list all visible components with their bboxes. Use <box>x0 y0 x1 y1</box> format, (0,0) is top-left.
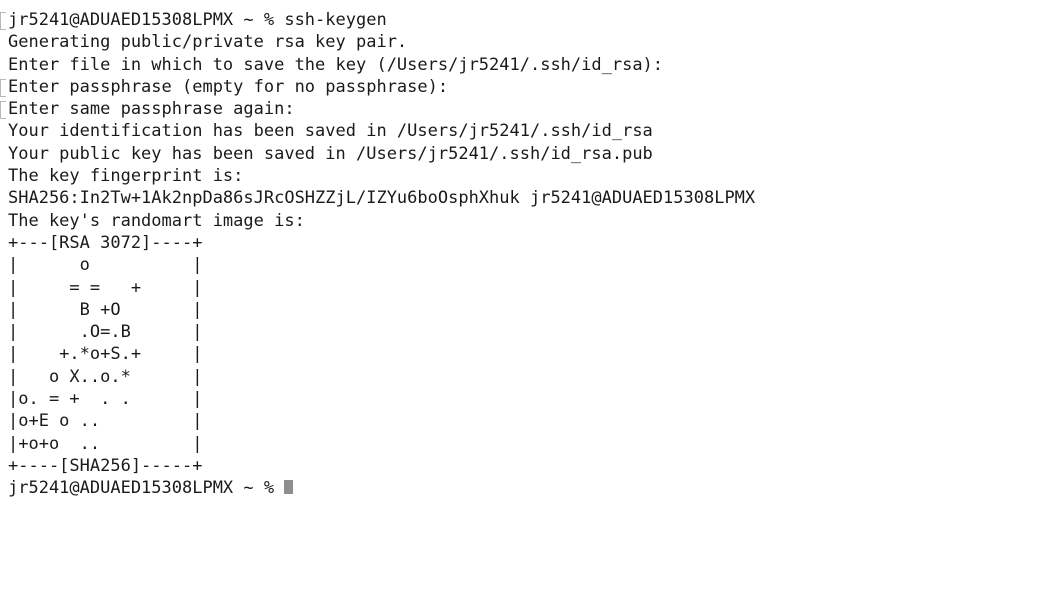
terminal-line: The key's randomart image is: <box>8 210 305 231</box>
terminal-output: jr5241@ADUAED15308LPMX ~ % ssh-keygen Gen… <box>8 9 755 500</box>
terminal-window[interactable]: jr5241@ADUAED15308LPMX ~ % ssh-keygen Gen… <box>0 0 1054 606</box>
terminal-line: Enter passphrase (empty for no passphras… <box>8 76 449 97</box>
terminal-line: Generating public/private rsa key pair. <box>8 32 408 53</box>
terminal-line: SHA256:In2Tw+1Ak2npDa86sJRcOSHZZjL/IZYu6… <box>8 188 756 209</box>
terminal-line: | B +O | <box>8 299 203 320</box>
prompt-line[interactable]: jr5241@ADUAED15308LPMX ~ % <box>8 477 755 499</box>
terminal-line: |o. = + . . | <box>8 389 203 410</box>
terminal-line: The key fingerprint is: <box>8 166 244 187</box>
terminal-line: +---[RSA 3072]----+ <box>8 232 203 253</box>
terminal-line: jr5241@ADUAED15308LPMX ~ % ssh-keygen <box>8 10 387 30</box>
prompt-text: jr5241@ADUAED15308LPMX ~ % <box>8 478 285 499</box>
terminal-line: |+o+o .. | <box>8 433 203 454</box>
line-mark <box>0 12 6 30</box>
terminal-line: Your identification has been saved in /U… <box>8 121 653 142</box>
bottom-edge <box>0 598 1054 606</box>
terminal-line: Enter file in which to save the key (/Us… <box>8 54 664 75</box>
terminal-line: Enter same passphrase again: <box>8 99 295 120</box>
line-mark <box>0 78 6 97</box>
line-mark <box>0 101 6 120</box>
terminal-line: | .O=.B | <box>8 322 203 343</box>
terminal-line: | = = + | <box>8 277 203 298</box>
terminal-line: Your public key has been saved in /Users… <box>8 143 653 164</box>
cursor <box>284 480 294 495</box>
terminal-line: +----[SHA256]-----+ <box>8 455 203 476</box>
terminal-line: | +.*o+S.+ | <box>8 344 203 365</box>
top-edge <box>0 0 1054 7</box>
terminal-line: |o+E o .. | <box>8 411 203 432</box>
terminal-line: | o X..o.* | <box>8 366 203 387</box>
terminal-line: | o | <box>8 255 203 276</box>
